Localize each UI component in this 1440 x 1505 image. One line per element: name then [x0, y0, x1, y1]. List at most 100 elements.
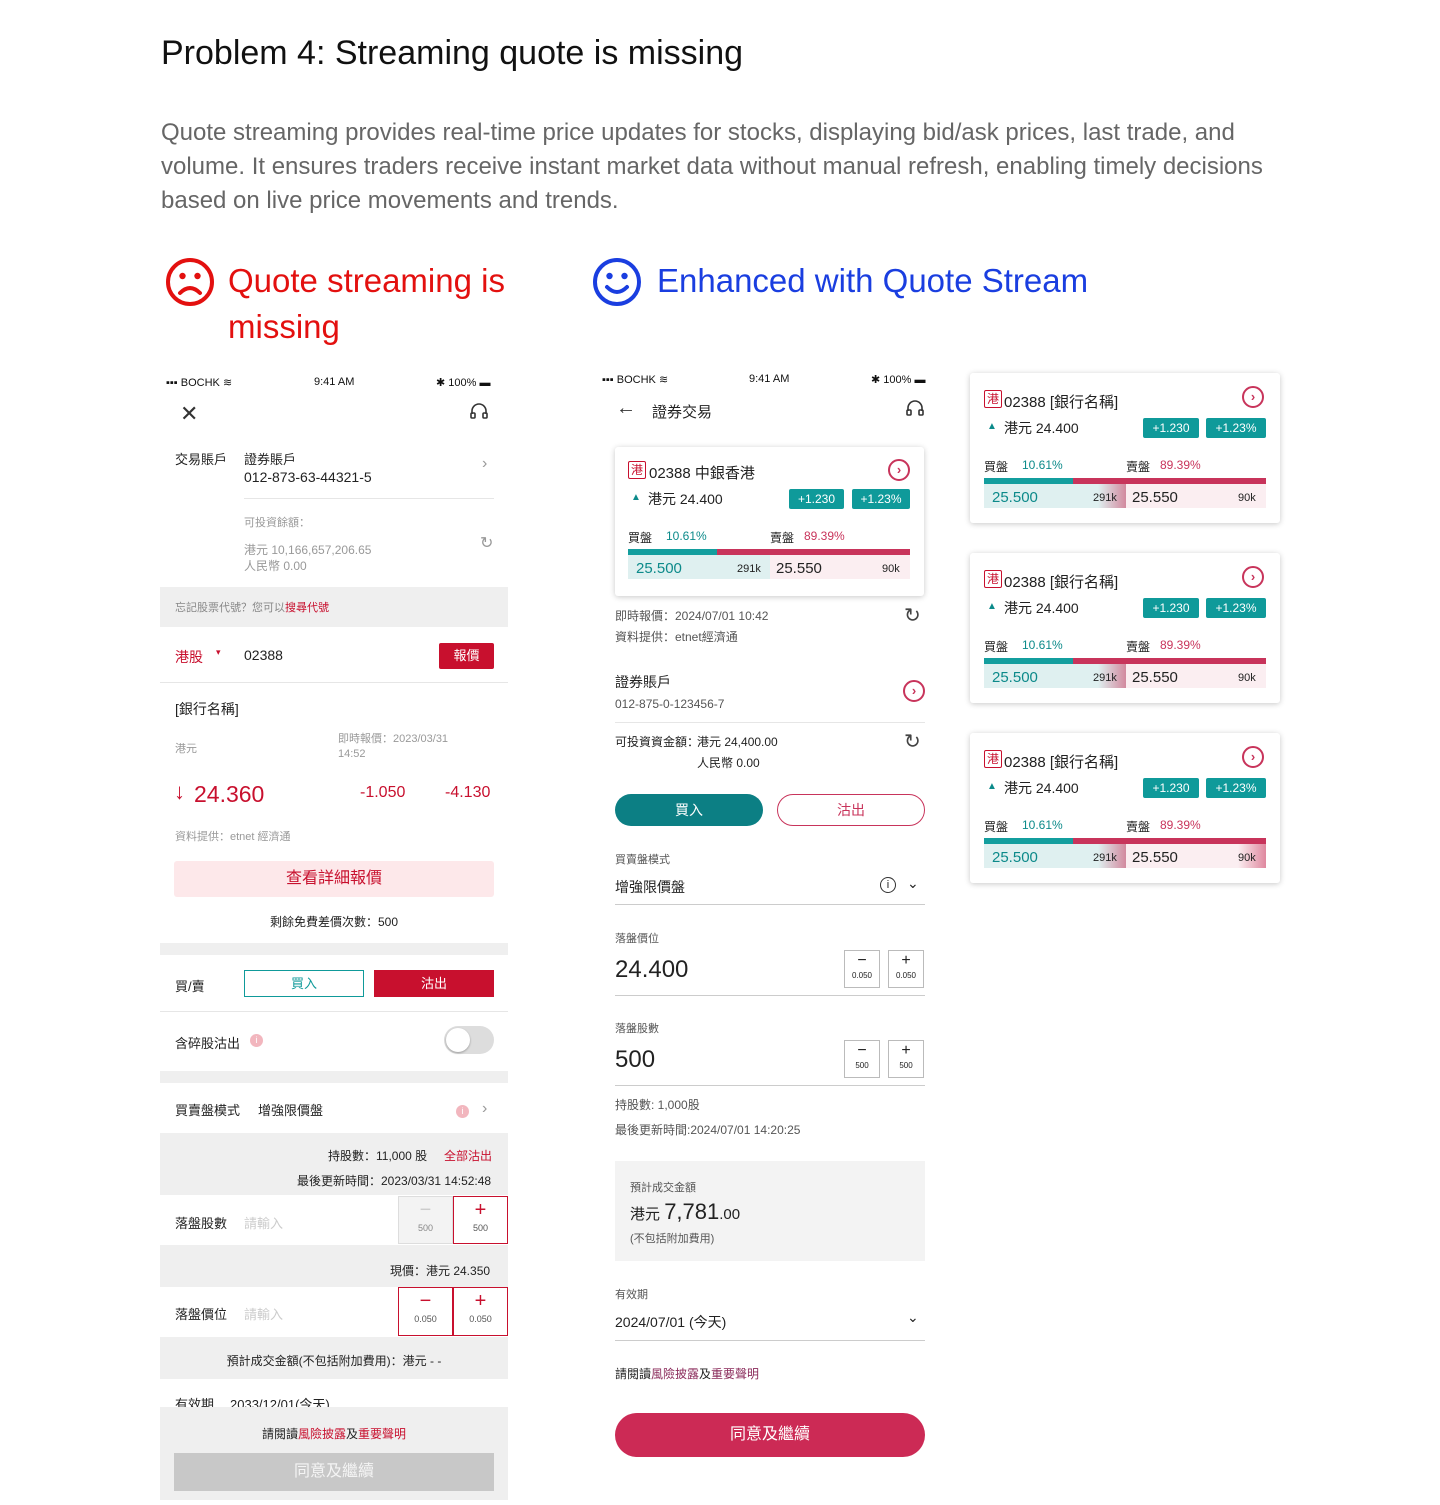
refresh-icon[interactable]: ↻ [904, 729, 921, 754]
estimate-amount: 港元 7,781.00 [630, 1199, 741, 1224]
estimate-note: (不包括附加費用) [630, 1233, 715, 1245]
currency-label: 港元 [175, 743, 197, 755]
price-input[interactable]: 請輸入 [244, 1304, 283, 1323]
bid-pct: 10.61% [1022, 818, 1063, 832]
card-price: 港元 24.400 [1004, 600, 1079, 616]
price-plus-button[interactable]: +0.050 [453, 1287, 508, 1336]
ask-label: 賣盤 [770, 531, 795, 545]
quote-time: 即時報價：2024/07/01 10:42 [615, 609, 769, 623]
bid-label: 買盤 [628, 531, 653, 545]
chevron-right-circle-icon[interactable]: › [903, 680, 925, 702]
stock-code-input[interactable]: 02388 [244, 647, 283, 663]
search-code-link[interactable]: 搜尋代號 [285, 602, 329, 614]
funds-rmb: 人民幣 0.00 [244, 559, 307, 573]
expiry-value[interactable]: 2024/07/01 (今天) [615, 1312, 726, 1332]
data-source: 資料提供：etnet 經濟通 [175, 831, 291, 843]
ask-pct: 89.39% [804, 529, 845, 543]
sell-toggle[interactable]: 沽出 [374, 970, 494, 997]
order-type-value[interactable]: 增強限價盤 [258, 1100, 323, 1119]
up-triangle-icon: ▲ [987, 421, 997, 432]
price-input[interactable]: 24.400 [615, 956, 688, 984]
ask-pct: 89.39% [1160, 458, 1201, 472]
holding-qty: 持股數: 1,000股 [615, 1098, 700, 1112]
chevron-right-icon[interactable]: › [482, 1100, 487, 1118]
headset-icon[interactable] [469, 402, 489, 422]
status-carrier: ▪▪▪ BOCHK ≋ [166, 377, 233, 389]
nav-title: 證券交易 [652, 404, 713, 421]
data-source: 資料提供：etnet經濟通 [615, 630, 738, 644]
detail-quote-button[interactable]: 查看詳細報價 [174, 861, 494, 897]
quote-stream-card[interactable]: 港 02388 中銀香港 › ▲ 港元 24.400 +1.230 +1.23%… [615, 447, 924, 596]
notice-link[interactable]: 重要聲明 [711, 1367, 759, 1381]
chevron-down-icon[interactable]: ⌄ [907, 1309, 919, 1326]
quote-card-variant-2[interactable]: 港 02388 [銀行名稱] › ▲ 港元 24.400 +1.230 +1.23% 買盤 10… [970, 553, 1280, 703]
chevron-right-circle-icon[interactable]: › [888, 459, 910, 481]
change-badge: +1.230 [1143, 418, 1199, 438]
price-minus-button[interactable]: −0.050 [398, 1287, 453, 1336]
card-price: 港元 24.400 [1004, 780, 1079, 796]
market-select[interactable]: 港股 [175, 647, 203, 667]
last-updated: 最後更新時間:2024/07/01 14:20:25 [615, 1123, 801, 1137]
quote-button[interactable]: 報價 [439, 643, 494, 669]
quantity-input[interactable]: 請輸入 [244, 1213, 283, 1232]
caret-down-icon[interactable]: ▾ [216, 647, 221, 658]
order-type-value[interactable]: 增強限價盤 [615, 877, 685, 897]
odd-lot-toggle[interactable] [444, 1026, 494, 1054]
continue-button-disabled[interactable]: 同意及繼續 [174, 1453, 494, 1491]
sell-toggle[interactable]: 沽出 [777, 794, 925, 826]
good-heading: Enhanced with Quote Stream [657, 262, 1089, 299]
quantity-minus-button[interactable]: −500 [844, 1040, 880, 1078]
status-carrier: ▪▪▪ BOCHK ≋ [602, 374, 669, 386]
estimated-amount: 預計成交金額(不包括附加費用)：港元 - - [226, 1354, 442, 1368]
account-type: 證券賬戶 [615, 674, 671, 690]
hk-market-tag: 港 [984, 570, 1002, 588]
chevron-down-icon[interactable]: ⌄ [907, 875, 919, 892]
back-arrow-icon[interactable]: ← [616, 397, 636, 420]
headset-icon[interactable] [905, 399, 925, 419]
quantity-minus-button[interactable]: −500 [398, 1196, 453, 1244]
info-icon[interactable]: i [456, 1105, 469, 1118]
refresh-icon[interactable]: ↻ [904, 603, 921, 628]
holding-qty: 持股數：11,000 股 [328, 1149, 428, 1163]
bid-label: 買盤 [984, 640, 1009, 654]
remaining-quotes: 剩餘免費差價次數：500 [269, 915, 399, 929]
bad-heading: Quote streaming is missing [228, 262, 505, 345]
info-icon[interactable]: i [880, 877, 896, 893]
price-plus-button[interactable]: +0.050 [888, 950, 924, 988]
bid-pct: 10.61% [1022, 458, 1063, 472]
quote-card-variant-3[interactable]: 港 02388 [銀行名稱] › ▲ 港元 24.400 +1.230 +1.23% 買盤 10… [970, 733, 1280, 883]
chevron-right-circle-icon[interactable]: › [1242, 386, 1264, 408]
price-minus-button[interactable]: −0.050 [844, 950, 880, 988]
quantity-plus-button[interactable]: +500 [888, 1040, 924, 1078]
risk-link[interactable]: 風險披露 [651, 1367, 699, 1381]
close-icon[interactable]: ✕ [180, 401, 198, 427]
funds-rmb: 人民幣 0.00 [697, 756, 760, 770]
page-title: Problem 4: Streaming quote is missing [161, 34, 744, 72]
quote-card-variant-1[interactable]: 港 02388 [銀行名稱] › ▲ 港元 24.400 +1.230 +1.23% 買盤 10… [970, 373, 1280, 523]
chevron-right-circle-icon[interactable]: › [1242, 746, 1264, 768]
refresh-icon[interactable]: ↻ [480, 533, 493, 553]
quantity-input[interactable]: 500 [615, 1046, 655, 1074]
hk-market-tag: 港 [984, 390, 1002, 408]
price-change: -1.050 [360, 784, 406, 801]
buy-toggle[interactable]: 買入 [615, 794, 763, 826]
buy-toggle[interactable]: 買入 [244, 970, 364, 997]
quantity-label: 落盤股數 [615, 1023, 659, 1035]
account-label: 交易賬戶 [175, 452, 228, 467]
notice-link[interactable]: 重要聲明 [358, 1427, 406, 1441]
info-icon[interactable]: i [250, 1034, 263, 1047]
status-time: 9:41 AM [749, 373, 790, 385]
risk-link[interactable]: 風險披露 [298, 1427, 346, 1441]
chevron-right-circle-icon[interactable]: › [1242, 566, 1264, 588]
funds-hkd: 港元 24,400.00 [697, 735, 778, 749]
ask-pct: 89.39% [1160, 818, 1201, 832]
arrow-down-icon: ↓ [174, 779, 185, 804]
funds-label: 可投資餘額： [244, 517, 310, 529]
ask-volume: 90k [882, 563, 900, 575]
quantity-plus-button[interactable]: +500 [453, 1196, 508, 1244]
continue-button[interactable]: 同意及繼續 [615, 1413, 925, 1457]
stock-code-name: 02388 中銀香港 [649, 465, 755, 482]
ask-volume: 90k [1238, 852, 1256, 864]
sell-all-link[interactable]: 全部沽出 [444, 1147, 492, 1164]
chevron-right-icon[interactable]: › [482, 455, 487, 473]
